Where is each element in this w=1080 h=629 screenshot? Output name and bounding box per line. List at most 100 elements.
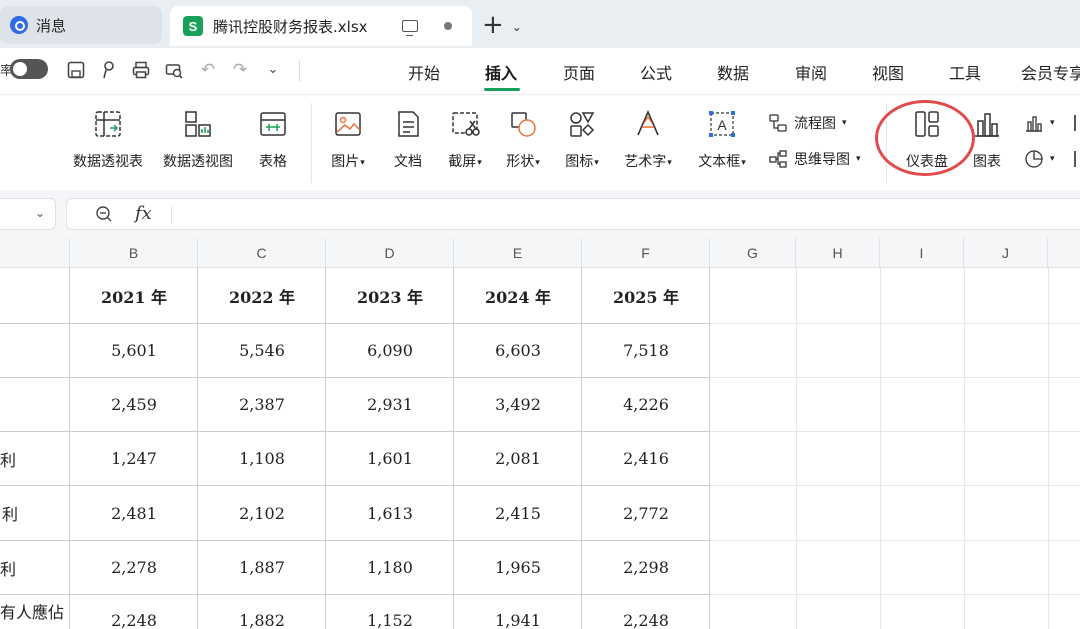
- pivot-table-button[interactable]: 数据透视表: [68, 95, 148, 171]
- print-icon[interactable]: [131, 60, 151, 80]
- table-cell[interactable]: 1,887: [198, 541, 326, 594]
- fx-icon[interactable]: fx: [135, 203, 152, 224]
- column-header-j[interactable]: J: [964, 238, 1048, 268]
- year-header-2024[interactable]: 2024 年: [454, 269, 582, 323]
- column-header-e[interactable]: E: [454, 238, 582, 268]
- table-cell[interactable]: 7,518: [582, 324, 710, 377]
- column-header-g[interactable]: G: [710, 238, 796, 268]
- menu-data[interactable]: 数据: [717, 60, 749, 84]
- row-label[interactable]: 利: [0, 433, 16, 485]
- table-cell[interactable]: 1,247: [70, 432, 198, 485]
- spreadsheet-file-icon: S: [183, 16, 203, 36]
- toggle-switch[interactable]: [10, 59, 48, 79]
- menu-member[interactable]: 会员专享: [1021, 60, 1080, 84]
- column-chart-dropdown[interactable]: ▾: [1024, 113, 1055, 133]
- tab-spreadsheet[interactable]: S 腾讯控股财务报表.xlsx: [170, 6, 472, 46]
- row-label[interactable]: 有人應佔: [0, 596, 64, 626]
- column-header-k[interactable]: [1048, 238, 1080, 268]
- table-cell[interactable]: 1,108: [198, 432, 326, 485]
- flowchart-button[interactable]: 流程图 ▾: [768, 113, 847, 133]
- spreadsheet-grid[interactable]: B C D E F G H I J 2021 年 2022 年 2023 年 2…: [0, 238, 1080, 629]
- table-cell[interactable]: 3,492: [454, 378, 582, 431]
- table-cell[interactable]: 2,772: [582, 486, 710, 540]
- pivot-chart-button[interactable]: 数据透视图: [158, 95, 238, 171]
- table-cell[interactable]: 1,882: [198, 595, 326, 629]
- name-box[interactable]: ⌄: [0, 198, 56, 230]
- column-header-a[interactable]: [0, 238, 70, 268]
- table-cell[interactable]: 5,546: [198, 324, 326, 377]
- print-preview-icon[interactable]: [164, 60, 184, 80]
- column-header-i[interactable]: I: [880, 238, 964, 268]
- svg-text:A: A: [717, 117, 727, 133]
- year-header-2025[interactable]: 2025 年: [582, 269, 710, 323]
- column-header-b[interactable]: B: [70, 238, 198, 268]
- table-cell[interactable]: 1,601: [326, 432, 454, 485]
- chevron-down-icon[interactable]: ⌄: [263, 60, 283, 80]
- menu-page[interactable]: 页面: [563, 60, 595, 84]
- table-cell[interactable]: 2,415: [454, 486, 582, 540]
- menu-insert[interactable]: 插入: [485, 60, 517, 84]
- table-cell[interactable]: 2,416: [582, 432, 710, 485]
- mindmap-button[interactable]: 思维导图 ▾: [768, 149, 861, 169]
- menu-start[interactable]: 开始: [408, 60, 440, 84]
- shape-button[interactable]: 形状▾: [499, 95, 547, 171]
- table-cell[interactable]: 1,152: [326, 595, 454, 629]
- table-cell[interactable]: 2,248: [70, 595, 198, 629]
- table-cell[interactable]: 2,931: [326, 378, 454, 431]
- table-cell[interactable]: 2,298: [582, 541, 710, 594]
- menu-review[interactable]: 审阅: [795, 60, 827, 84]
- column-header-f[interactable]: F: [582, 238, 710, 268]
- save-icon[interactable]: [66, 60, 86, 80]
- table-cell[interactable]: 2,459: [70, 378, 198, 431]
- table-cell[interactable]: 4,226: [582, 378, 710, 431]
- undo-icon[interactable]: ↶: [198, 60, 218, 80]
- table-cell[interactable]: 2,278: [70, 541, 198, 594]
- row-label[interactable]: 利: [2, 487, 18, 539]
- ribbon-divider: [311, 103, 312, 183]
- formula-input[interactable]: fx: [66, 198, 1080, 230]
- table-cell[interactable]: 1,965: [454, 541, 582, 594]
- table-cell[interactable]: 2,081: [454, 432, 582, 485]
- table-cell[interactable]: 1,941: [454, 595, 582, 629]
- menu-formula[interactable]: 公式: [640, 60, 672, 84]
- table-cell[interactable]: 6,090: [326, 324, 454, 377]
- year-header-2021[interactable]: 2021 年: [70, 269, 198, 323]
- icon-button[interactable]: 图标▾: [558, 95, 606, 171]
- tab-spreadsheet-label: 腾讯控股财务报表.xlsx: [213, 17, 368, 36]
- table-cell[interactable]: 2,387: [198, 378, 326, 431]
- table-button[interactable]: 表格: [250, 95, 296, 171]
- column-header-d[interactable]: D: [326, 238, 454, 268]
- wordart-button[interactable]: 艺术字▾: [617, 95, 679, 171]
- row-label[interactable]: 利: [0, 542, 16, 594]
- unsaved-dot-icon[interactable]: [444, 22, 452, 30]
- year-header-2022[interactable]: 2022 年: [198, 269, 326, 323]
- chevron-down-icon[interactable]: ⌄: [512, 20, 522, 34]
- table-cell[interactable]: 5,601: [70, 324, 198, 377]
- bar-chart-icon: [975, 113, 999, 137]
- document-button[interactable]: 文档: [386, 95, 430, 171]
- new-tab-button[interactable]: + ⌄: [482, 10, 526, 40]
- chevron-down-icon[interactable]: ⌄: [35, 206, 45, 220]
- year-header-2023[interactable]: 2023 年: [326, 269, 454, 323]
- menu-view[interactable]: 视图: [872, 60, 904, 84]
- column-header-c[interactable]: C: [198, 238, 326, 268]
- zoom-icon[interactable]: [95, 205, 113, 227]
- textbox-button[interactable]: A 文本框▾: [691, 95, 753, 171]
- format-painter-icon[interactable]: [99, 60, 119, 80]
- menu-tools[interactable]: 工具: [949, 60, 981, 84]
- screenshot-button[interactable]: 截屏▾: [441, 95, 489, 171]
- table-cell[interactable]: 2,248: [582, 595, 710, 629]
- truncated-icon: [1074, 115, 1076, 131]
- table-cell[interactable]: 1,613: [326, 486, 454, 540]
- tab-messages[interactable]: 消息: [0, 6, 162, 44]
- display-window-icon[interactable]: [402, 20, 418, 36]
- picture-button[interactable]: 图片▾: [324, 95, 372, 171]
- pie-chart-dropdown[interactable]: ▾: [1024, 149, 1055, 169]
- redo-icon[interactable]: ↷: [230, 60, 250, 80]
- table-cell[interactable]: 1,180: [326, 541, 454, 594]
- table-cell[interactable]: 6,603: [454, 324, 582, 377]
- table-cell[interactable]: 2,481: [70, 486, 198, 540]
- chevron-down-icon: ▾: [741, 158, 746, 168]
- table-cell[interactable]: 2,102: [198, 486, 326, 540]
- column-header-h[interactable]: H: [796, 238, 880, 268]
